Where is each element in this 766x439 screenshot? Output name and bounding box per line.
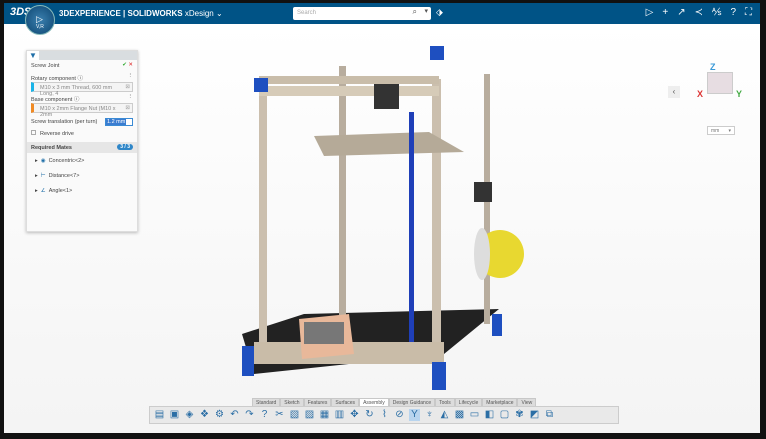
pattern-icon[interactable]: ▦	[319, 409, 330, 421]
more-icon[interactable]: ⋮	[128, 73, 134, 79]
insert-component-icon[interactable]: ▧	[289, 409, 300, 421]
cancel-icon[interactable]: ✕	[128, 62, 133, 68]
help-icon[interactable]: ?	[730, 7, 736, 18]
mate-item[interactable]: ▸ ◉ Concentric<2>	[27, 153, 137, 168]
brand: 3DEXPERIENCE	[59, 9, 121, 18]
ok-icon[interactable]: ✔	[122, 62, 127, 68]
chevron-down-icon: ⌄	[215, 9, 223, 18]
units-value: mm	[711, 128, 720, 134]
product: | SOLIDWORKS	[123, 9, 183, 18]
new-component-icon[interactable]: ▨	[304, 409, 315, 421]
appearance-icon[interactable]: ◩	[529, 409, 540, 421]
rotary-component-field[interactable]: M10 x 3 mm Thread, 600 mm Long, 4 ⊠	[31, 82, 133, 97]
reverse-checkbox[interactable]	[31, 130, 36, 135]
component-icon[interactable]: ▣	[169, 409, 180, 421]
apps-icon[interactable]: ⅍	[712, 7, 721, 18]
app-title[interactable]: 3DEXPERIENCE | SOLIDWORKS xDesign ⌄	[59, 9, 223, 18]
app-window: 3DS 3DEXPERIENCE | SOLIDWORKS xDesign ⌄ …	[4, 3, 760, 433]
interference-icon[interactable]: ▩	[454, 409, 465, 421]
insert-icon[interactable]: ▤	[154, 409, 165, 421]
3d-viewport[interactable]: ▼ Screw Joint ✔ ✕ Rotary component ⓘ ⋮ M10…	[4, 24, 760, 433]
export-icon[interactable]: ⧉	[544, 409, 555, 421]
assembly-icon[interactable]: ❖	[199, 409, 210, 421]
more-icon[interactable]: ⋮	[128, 94, 134, 100]
translation-label: Screw translation (per turn)	[31, 119, 98, 125]
mate-icon[interactable]: ✂	[274, 409, 285, 421]
share-icon[interactable]: ▷	[646, 7, 654, 18]
mirror-icon[interactable]: ◭	[439, 409, 450, 421]
mate-item[interactable]: ▸ ⊢ Distance<7>	[27, 168, 137, 183]
translation-row: Screw translation (per turn) 1.2 mm	[27, 116, 137, 127]
move-icon[interactable]: ✥	[349, 409, 360, 421]
toolbar: ▤ ▣ ◈ ❖ ⚙ ↶ ↷? ✂ ▧ ▨ ▦ ▥ ✥ ↻ ⌇ ⊘ Y ♆ ◭ ▩ ▭ ◧ ▢ ✾ ◩ ⧉	[149, 406, 619, 424]
concentric-icon: ◉	[40, 158, 46, 164]
mate-label: Concentric<2>	[48, 158, 85, 164]
render-icon[interactable]: ✾	[514, 409, 525, 421]
axis-y: Y	[736, 89, 743, 99]
fullscreen-icon[interactable]: ⛶	[745, 7, 752, 18]
required-mates-header[interactable]: Required Mates 3 / 3	[27, 142, 137, 153]
explode-icon[interactable]: ▥	[334, 409, 345, 421]
units-select[interactable]: mm ▾	[707, 126, 735, 135]
lock-icon[interactable]: ⊘	[394, 409, 405, 421]
redo-icon[interactable]: ↷	[244, 409, 255, 421]
panel-tab-bar: ▼	[27, 51, 137, 60]
axis-x: X	[697, 89, 704, 99]
translation-value: 1.2 mm	[106, 119, 127, 125]
required-count-badge: 3 / 3	[117, 144, 133, 150]
top-bar: 3DS 3DEXPERIENCE | SOLIDWORKS xDesign ⌄ …	[4, 3, 760, 24]
translation-input[interactable]: 1.2 mm	[105, 118, 133, 126]
clear-icon[interactable]: ⊠	[125, 84, 130, 90]
clip-icon[interactable]: ⌇	[379, 409, 390, 421]
section-icon[interactable]: ◧	[484, 409, 495, 421]
search-placeholder: Search	[297, 10, 317, 16]
clear-icon[interactable]: ⊠	[125, 105, 130, 111]
display-icon[interactable]: ▭	[469, 409, 480, 421]
chevron-down-icon: ▾	[728, 128, 731, 134]
reverse-row: Reverse drive	[27, 127, 137, 138]
search-input[interactable]: Search ⌕ ▾	[293, 7, 431, 20]
measure-icon[interactable]: ▢	[499, 409, 510, 421]
search-icon[interactable]: ⌕	[413, 7, 417, 17]
compass[interactable]: V,R ▷	[25, 5, 55, 35]
motion-icon[interactable]: ♆	[424, 409, 435, 421]
filter-icon[interactable]: ▼	[27, 51, 39, 60]
screw-joint-panel: ▼ Screw Joint ✔ ✕ Rotary component ⓘ ⋮ M10…	[26, 50, 138, 232]
rotate-icon[interactable]: ↻	[364, 409, 375, 421]
base-component-field[interactable]: M10 x 2mm Flange Nut (M10 x 2mm ⊠	[31, 103, 133, 118]
collapse-left-button[interactable]: ‹	[668, 86, 680, 98]
joint-icon[interactable]: Y	[409, 409, 420, 421]
mate-item[interactable]: ▸ ∠ Angle<1>	[27, 183, 137, 198]
part-icon[interactable]: ◈	[184, 409, 195, 421]
settings-icon[interactable]: ⚙	[214, 409, 225, 421]
rotary-label-row: Rotary component ⓘ ⋮	[27, 71, 137, 82]
mate-label: Distance<7>	[48, 173, 80, 179]
tag-icon[interactable]: ⬗	[436, 7, 443, 18]
distance-icon: ⊢	[40, 173, 46, 179]
panel-header: Screw Joint ✔ ✕	[27, 60, 137, 71]
panel-title: Screw Joint	[31, 63, 60, 69]
axis-z: Z	[710, 62, 716, 72]
view-cube[interactable]: Z X Y	[694, 62, 742, 108]
collaborate-icon[interactable]: ≺	[695, 7, 703, 18]
play-icon[interactable]: ▷	[36, 14, 43, 25]
help-icon[interactable]: ?	[259, 409, 270, 421]
app-name: xDesign	[184, 9, 214, 18]
chevron-down-icon[interactable]: ▾	[424, 7, 428, 15]
communicate-icon[interactable]: ↗	[677, 7, 685, 18]
undo-icon[interactable]: ↶	[229, 409, 240, 421]
reverse-label: Reverse drive	[40, 131, 74, 137]
add-icon[interactable]: +	[662, 7, 668, 18]
mate-label: Angle<1>	[48, 188, 73, 194]
print-bed	[242, 309, 499, 374]
base-label-row: Base component ⓘ ⋮	[27, 92, 137, 103]
angle-icon: ∠	[40, 188, 46, 194]
cube-icon	[707, 72, 733, 94]
required-label: Required Mates	[31, 145, 72, 151]
